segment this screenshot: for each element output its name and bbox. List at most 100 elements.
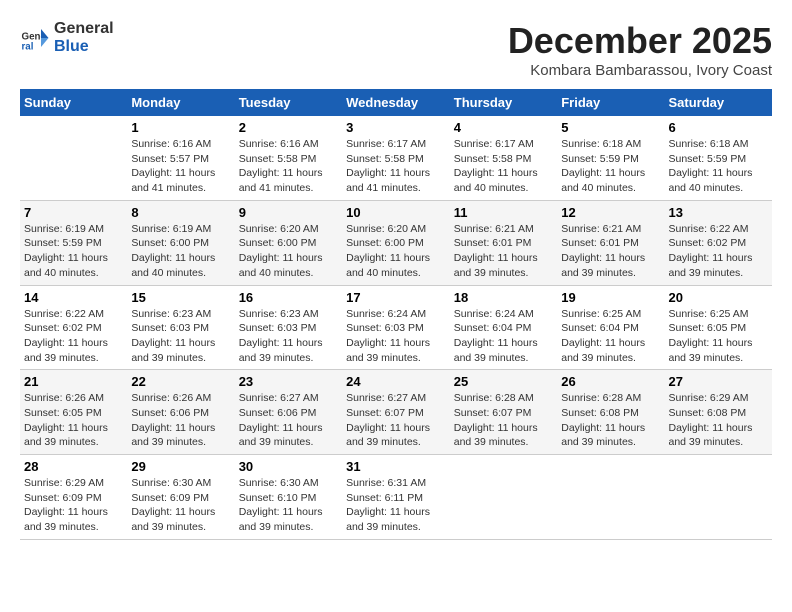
calendar-cell: 18 Sunrise: 6:24 AMSunset: 6:04 PMDayligh… (450, 285, 557, 370)
day-info: Sunrise: 6:19 AMSunset: 5:59 PMDaylight:… (24, 222, 123, 281)
day-info: Sunrise: 6:23 AMSunset: 6:03 PMDaylight:… (131, 307, 230, 366)
calendar-cell: 19 Sunrise: 6:25 AMSunset: 6:04 PMDayligh… (557, 285, 664, 370)
calendar-cell: 9Sunrise: 6:20 AMSunset: 6:00 PMDaylight… (235, 200, 342, 285)
day-number: 10 (346, 205, 446, 220)
day-info: Sunrise: 6:29 AMSunset: 6:08 PMDaylight:… (669, 391, 769, 450)
day-number: 14 (24, 290, 123, 305)
day-info: Sunrise: 6:30 AMSunset: 6:09 PMDaylight:… (131, 476, 230, 535)
day-number: 25 (454, 374, 553, 389)
weekday-header-tuesday: Tuesday (235, 89, 342, 116)
day-number: 22 (131, 374, 230, 389)
calendar-cell (20, 116, 127, 200)
day-number: 18 (454, 290, 553, 305)
calendar-cell: 17 Sunrise: 6:24 AMSunset: 6:03 PMDayligh… (342, 285, 450, 370)
day-info: Sunrise: 6:25 AMSunset: 6:04 PMDaylight:… (561, 307, 660, 366)
day-info: Sunrise: 6:21 AMSunset: 6:01 PMDaylight:… (454, 222, 553, 281)
day-number: 1 (131, 120, 230, 135)
day-info: Sunrise: 6:27 AMSunset: 6:07 PMDaylight:… (346, 391, 446, 450)
calendar-cell: 10 Sunrise: 6:20 AMSunset: 6:00 PMDayligh… (342, 200, 450, 285)
day-number: 15 (131, 290, 230, 305)
calendar-cell: 28Sunrise: 6:29 AMSunset: 6:09 PMDayligh… (20, 455, 127, 540)
day-info: Sunrise: 6:23 AMSunset: 6:03 PMDaylight:… (239, 307, 338, 366)
day-info: Sunrise: 6:30 AMSunset: 6:10 PMDaylight:… (239, 476, 338, 535)
calendar-cell: 20Sunrise: 6:25 AMSunset: 6:05 PMDayligh… (665, 285, 773, 370)
day-info: Sunrise: 6:24 AMSunset: 6:03 PMDaylight:… (346, 307, 446, 366)
day-number: 19 (561, 290, 660, 305)
day-info: Sunrise: 6:18 AMSunset: 5:59 PMDaylight:… (561, 137, 660, 196)
calendar-cell: 1 Sunrise: 6:16 AMSunset: 5:57 PMDaylight… (127, 116, 234, 200)
week-row-2: 7 Sunrise: 6:19 AMSunset: 5:59 PMDaylight… (20, 200, 772, 285)
weekday-header-wednesday: Wednesday (342, 89, 450, 116)
calendar-cell: 23 Sunrise: 6:27 AMSunset: 6:06 PMDayligh… (235, 370, 342, 455)
calendar-cell (450, 455, 557, 540)
calendar-cell: 2 Sunrise: 6:16 AMSunset: 5:58 PMDaylight… (235, 116, 342, 200)
day-info: Sunrise: 6:21 AMSunset: 6:01 PMDaylight:… (561, 222, 660, 281)
day-number: 11 (454, 205, 553, 220)
calendar-cell: 26 Sunrise: 6:28 AMSunset: 6:08 PMDayligh… (557, 370, 664, 455)
page-header: Gene ral General Blue December 2025 Komb… (20, 20, 772, 79)
day-info: Sunrise: 6:26 AMSunset: 6:06 PMDaylight:… (131, 391, 230, 450)
calendar-cell: 12 Sunrise: 6:21 AMSunset: 6:01 PMDayligh… (557, 200, 664, 285)
day-info: Sunrise: 6:18 AMSunset: 5:59 PMDaylight:… (669, 137, 769, 196)
day-number: 29 (131, 459, 230, 474)
day-info: Sunrise: 6:20 AMSunset: 6:00 PMDaylight:… (346, 222, 446, 281)
calendar-cell (665, 455, 773, 540)
logo-icon: Gene ral (20, 23, 50, 53)
week-row-1: 1 Sunrise: 6:16 AMSunset: 5:57 PMDaylight… (20, 116, 772, 200)
day-number: 12 (561, 205, 660, 220)
weekday-header-saturday: Saturday (665, 89, 773, 116)
calendar-cell: 4 Sunrise: 6:17 AMSunset: 5:58 PMDaylight… (450, 116, 557, 200)
day-info: Sunrise: 6:28 AMSunset: 6:07 PMDaylight:… (454, 391, 553, 450)
day-number: 28 (24, 459, 123, 474)
day-number: 20 (669, 290, 769, 305)
weekday-header-monday: Monday (127, 89, 234, 116)
day-number: 6 (669, 120, 769, 135)
calendar-cell: 11 Sunrise: 6:21 AMSunset: 6:01 PMDayligh… (450, 200, 557, 285)
day-number: 30 (239, 459, 338, 474)
day-info: Sunrise: 6:24 AMSunset: 6:04 PMDaylight:… (454, 307, 553, 366)
day-number: 23 (239, 374, 338, 389)
day-number: 8 (131, 205, 230, 220)
location: Kombara Bambarassou, Ivory Coast (508, 62, 772, 79)
day-info: Sunrise: 6:20 AMSunset: 6:00 PMDaylight:… (239, 222, 338, 281)
day-info: Sunrise: 6:16 AMSunset: 5:58 PMDaylight:… (239, 137, 338, 196)
week-row-4: 21 Sunrise: 6:26 AMSunset: 6:05 PMDayligh… (20, 370, 772, 455)
day-info: Sunrise: 6:27 AMSunset: 6:06 PMDaylight:… (239, 391, 338, 450)
week-row-5: 28Sunrise: 6:29 AMSunset: 6:09 PMDayligh… (20, 455, 772, 540)
svg-text:ral: ral (22, 41, 34, 52)
title-block: December 2025 Kombara Bambarassou, Ivory… (508, 20, 772, 79)
week-row-3: 14Sunrise: 6:22 AMSunset: 6:02 PMDayligh… (20, 285, 772, 370)
day-info: Sunrise: 6:16 AMSunset: 5:57 PMDaylight:… (131, 137, 230, 196)
day-number: 3 (346, 120, 446, 135)
calendar-cell: 13 Sunrise: 6:22 AMSunset: 6:02 PMDayligh… (665, 200, 773, 285)
day-number: 17 (346, 290, 446, 305)
day-info: Sunrise: 6:28 AMSunset: 6:08 PMDaylight:… (561, 391, 660, 450)
day-number: 16 (239, 290, 338, 305)
day-number: 26 (561, 374, 660, 389)
day-info: Sunrise: 6:19 AMSunset: 6:00 PMDaylight:… (131, 222, 230, 281)
day-number: 24 (346, 374, 446, 389)
calendar-cell: 7 Sunrise: 6:19 AMSunset: 5:59 PMDaylight… (20, 200, 127, 285)
logo-blue: Blue (54, 38, 89, 55)
day-number: 7 (24, 205, 123, 220)
calendar-cell: 29 Sunrise: 6:30 AMSunset: 6:09 PMDayligh… (127, 455, 234, 540)
day-info: Sunrise: 6:26 AMSunset: 6:05 PMDaylight:… (24, 391, 123, 450)
calendar-cell: 14Sunrise: 6:22 AMSunset: 6:02 PMDayligh… (20, 285, 127, 370)
day-number: 21 (24, 374, 123, 389)
calendar-cell: 8 Sunrise: 6:19 AMSunset: 6:00 PMDaylight… (127, 200, 234, 285)
day-info: Sunrise: 6:17 AMSunset: 5:58 PMDaylight:… (346, 137, 446, 196)
logo-general: General (54, 20, 114, 37)
weekday-header-friday: Friday (557, 89, 664, 116)
calendar-cell: 15 Sunrise: 6:23 AMSunset: 6:03 PMDayligh… (127, 285, 234, 370)
day-info: Sunrise: 6:22 AMSunset: 6:02 PMDaylight:… (669, 222, 769, 281)
weekday-header-sunday: Sunday (20, 89, 127, 116)
calendar-cell: 31Sunrise: 6:31 AMSunset: 6:11 PMDayligh… (342, 455, 450, 540)
calendar-cell: 5Sunrise: 6:18 AMSunset: 5:59 PMDaylight… (557, 116, 664, 200)
day-info: Sunrise: 6:17 AMSunset: 5:58 PMDaylight:… (454, 137, 553, 196)
calendar-cell: 16 Sunrise: 6:23 AMSunset: 6:03 PMDayligh… (235, 285, 342, 370)
day-number: 13 (669, 205, 769, 220)
day-number: 2 (239, 120, 338, 135)
day-number: 4 (454, 120, 553, 135)
weekday-header-row: SundayMondayTuesdayWednesdayThursdayFrid… (20, 89, 772, 116)
month-title: December 2025 (508, 20, 772, 62)
